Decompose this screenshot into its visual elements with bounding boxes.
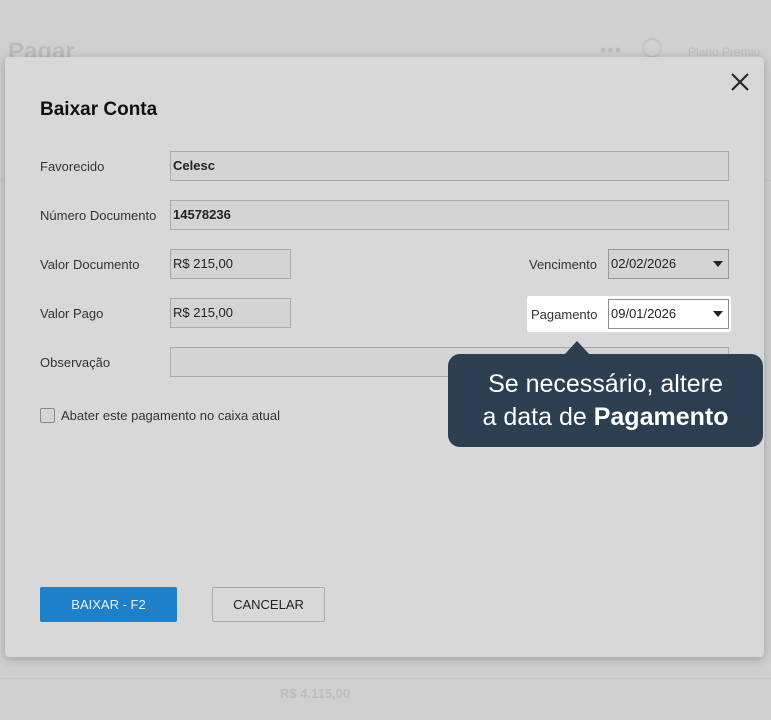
pagamento-value: 09/01/2026 [611, 306, 677, 321]
tutorial-tooltip: Se necessário, altere a data de Pagament… [448, 341, 763, 447]
valor-pago-field[interactable]: R$ 215,00 [170, 298, 291, 328]
close-icon[interactable] [729, 71, 751, 93]
cancelar-button[interactable]: CANCELAR [212, 587, 325, 622]
valor-pago-label: Valor Pago [40, 306, 104, 321]
caret-down-icon [713, 311, 723, 317]
numero-documento-label: Número Documento [40, 208, 157, 223]
favorecido-label: Favorecido [40, 159, 105, 174]
tooltip-line-2-bold: Pagamento [593, 403, 729, 431]
pagamento-highlight: Pagamento 09/01/2026 [527, 296, 731, 332]
baixar-button[interactable]: BAIXAR - F2 [40, 587, 177, 622]
vencimento-value: 02/02/2026 [611, 256, 677, 271]
pagamento-date-select[interactable]: 09/01/2026 [608, 299, 729, 329]
divider [0, 678, 771, 679]
tooltip-line-1: Se necessário, altere [488, 370, 723, 398]
vencimento-label: Vencimento [529, 257, 597, 272]
total-amount: R$ 4.115,00 [280, 686, 351, 701]
pagamento-label: Pagamento [531, 307, 598, 322]
valor-documento-label: Valor Documento [40, 257, 140, 272]
caret-down-icon [713, 261, 723, 267]
favorecido-field[interactable]: Celesc [170, 151, 729, 181]
vencimento-date-select[interactable]: 02/02/2026 [608, 249, 729, 279]
abater-checkbox[interactable] [40, 408, 55, 423]
numero-documento-field[interactable]: 14578236 [170, 200, 729, 230]
valor-documento-field[interactable]: R$ 215,00 [170, 249, 291, 279]
observacao-label: Observação [40, 355, 111, 370]
tooltip-line-2-prefix: a data de [482, 403, 594, 431]
dialog-title: Baixar Conta [40, 99, 158, 120]
abater-checkbox-label[interactable]: Abater este pagamento no caixa atual [61, 408, 280, 423]
gear-icon[interactable] [642, 38, 662, 58]
tooltip-line-2: a data de Pagamento [448, 401, 763, 434]
